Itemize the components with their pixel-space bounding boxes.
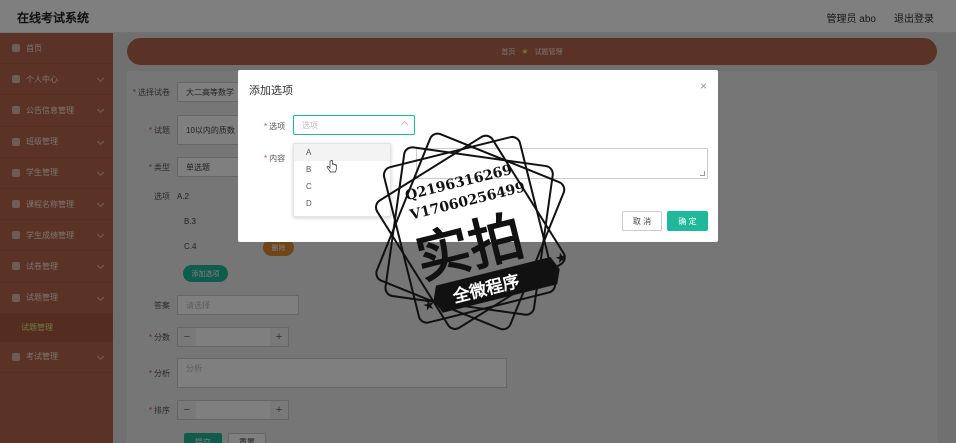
cancel-button[interactable]: 取 消 [622, 211, 662, 231]
confirm-button[interactable]: 确 定 [667, 211, 708, 231]
dialog-title: 添加选项 [249, 85, 293, 97]
resize-grip-icon [700, 171, 705, 176]
chevron-up-icon [400, 120, 409, 129]
watermark-stamp: Q2196316269 V17060256499 实拍 全微程序 ★ ★ [374, 132, 566, 331]
close-icon[interactable]: × [700, 79, 707, 93]
hand-cursor-icon [326, 160, 338, 173]
